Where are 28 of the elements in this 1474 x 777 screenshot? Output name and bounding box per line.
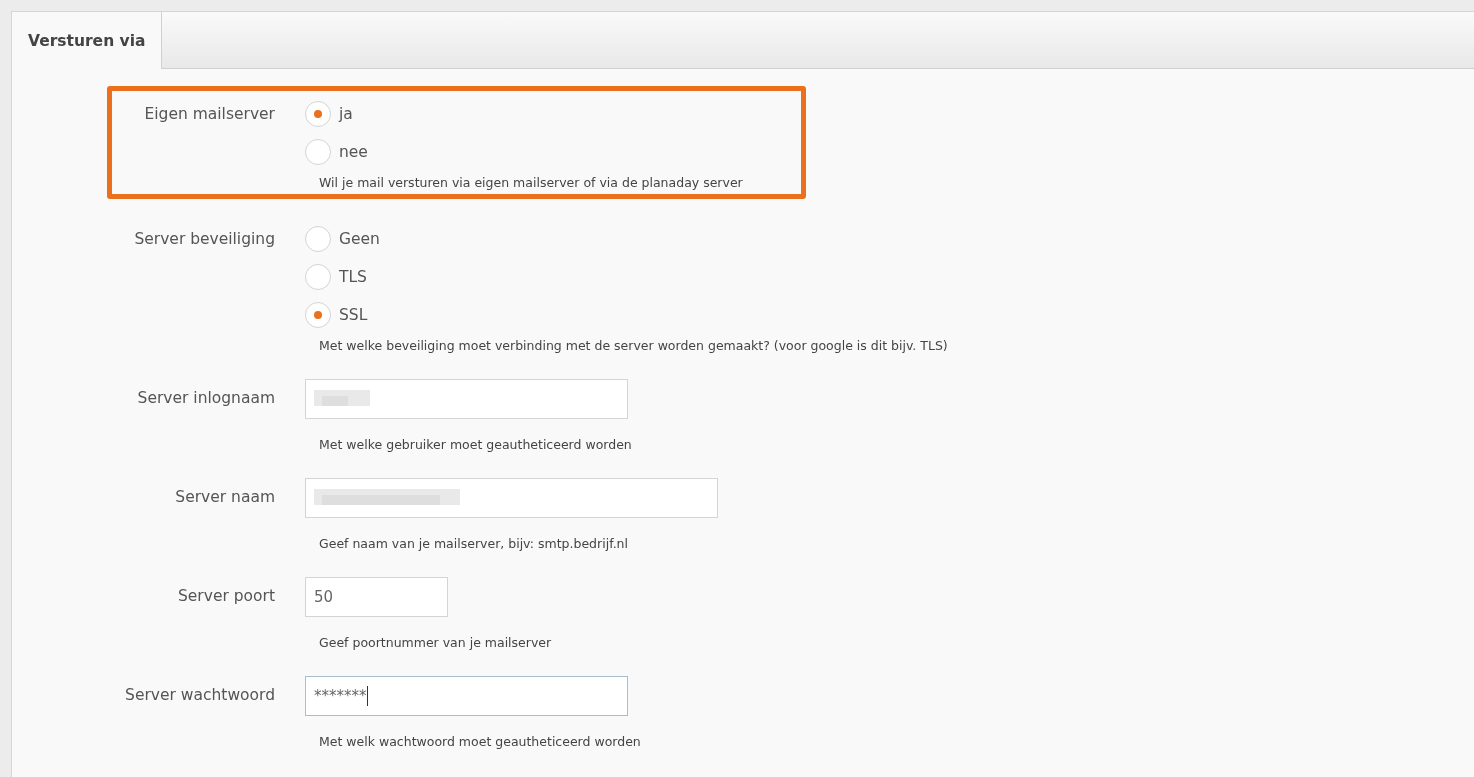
option-label[interactable]: ja	[339, 105, 353, 123]
option-label[interactable]: TLS	[339, 268, 367, 286]
radio-button[interactable]	[305, 264, 331, 290]
field-label: Server poort	[177, 586, 275, 607]
help-text: Wil je mail versturen via eigen mailserver of via de planaday server	[319, 175, 743, 190]
text-cursor	[366, 686, 368, 706]
option-label[interactable]: nee	[339, 143, 368, 161]
input-field[interactable]: 50	[305, 577, 448, 617]
radio-button[interactable]	[305, 139, 331, 165]
help-text: Met welke gebruiker moet geautheticeerd worden	[319, 437, 632, 452]
option-label[interactable]: Geen	[339, 230, 380, 248]
field-label: Server naam	[174, 487, 275, 508]
input-field[interactable]	[305, 478, 718, 518]
field-label: Eigen mailserver	[143, 104, 275, 125]
help-text: Met welke beveiliging moet verbinding met de server worden gemaakt? (voor google is dit bijv. TLS)	[319, 338, 948, 353]
help-text: Met welk wachtwoord moet geautheticeerd worden	[319, 734, 641, 749]
field-label: Server beveiliging	[133, 229, 275, 250]
radio-button[interactable]	[305, 226, 331, 252]
field-label: Server inlognaam	[136, 388, 275, 409]
option-label[interactable]: SSL	[339, 306, 368, 324]
radio-button[interactable]	[305, 302, 331, 328]
help-text: Geef naam van je mailserver, bijv: smtp.bedrijf.nl	[319, 536, 629, 551]
input-field[interactable]: *******	[305, 676, 628, 716]
field-label: Server wachtwoord	[124, 685, 275, 706]
radio-button[interactable]	[305, 101, 331, 127]
tab[interactable]: Versturen via	[12, 12, 163, 69]
help-text: Geef poortnummer van je mailserver	[319, 635, 552, 650]
input-field[interactable]	[305, 379, 628, 419]
